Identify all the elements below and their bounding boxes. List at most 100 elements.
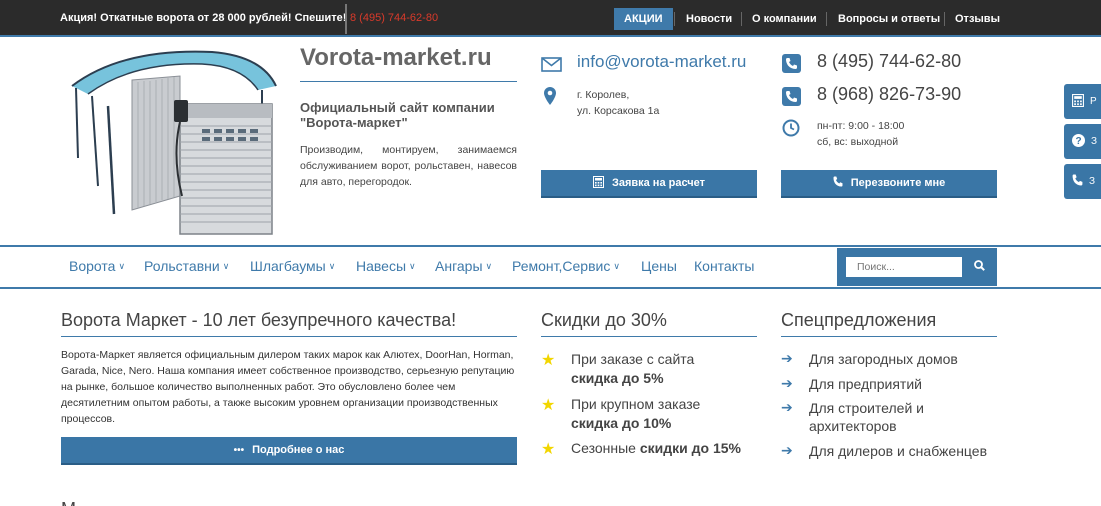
hours-weekend: сб, вс: выходной <box>817 136 899 148</box>
working-hours: пн-пт: 9:00 - 18:00 сб, вс: выходной <box>817 118 904 150</box>
side-tab-label: З <box>1089 176 1096 187</box>
dots-icon: ••• <box>233 444 245 456</box>
request-quote-button[interactable]: Заявка на расчет <box>541 170 757 198</box>
chevron-down-icon: ∨ <box>118 260 126 271</box>
top-bar: Акция! Откатные ворота от 28 000 рублей!… <box>0 0 1101 37</box>
about-more-label: Подробнее о нас <box>252 444 345 456</box>
address: г. Королев, ул. Корсакова 1а <box>577 87 659 119</box>
clock-icon <box>781 118 801 138</box>
calculator-icon <box>592 175 604 191</box>
star-icon: ★ <box>541 397 556 414</box>
nav-item-contacts[interactable]: Контакты <box>694 258 754 274</box>
promo-text: Откатные ворота от 28 000 рублей! Спешит… <box>97 12 347 24</box>
site-title[interactable]: Vorota-market.ru <box>300 44 492 72</box>
chevron-down-icon: ∨ <box>613 260 620 271</box>
nav-item-canopies[interactable]: Навесы ∨ <box>356 258 416 274</box>
chevron-down-icon: ∨ <box>222 260 230 271</box>
about-title: Ворота Маркет - 10 лет безупречного каче… <box>61 310 457 330</box>
nav-item-label: Рольставни <box>144 258 220 274</box>
address-street: ул. Корсакова 1а <box>577 105 660 117</box>
nav-item-label: Цены <box>641 258 677 274</box>
request-quote-label: Заявка на расчет <box>611 177 706 189</box>
email-icon <box>540 55 562 73</box>
hours-weekdays: пн-пт: 9:00 - 18:00 <box>817 120 905 132</box>
arrow-right-icon: ➔ <box>781 375 793 391</box>
promo-phone-wrap: 8 (495) 744-62-80 <box>350 12 438 24</box>
nav-item-prices[interactable]: Цены <box>641 258 677 274</box>
chevron-down-icon: ∨ <box>328 260 336 271</box>
discount-text: Сезонные <box>571 440 636 456</box>
phone-icon <box>833 176 843 190</box>
calculator-icon <box>1072 93 1084 110</box>
next-section-title: М <box>61 500 75 506</box>
top-nav-divider <box>826 12 827 26</box>
discount-item: Сезонные скидки до 15% <box>571 439 741 458</box>
top-nav-divider <box>741 12 742 26</box>
chevron-down-icon: ∨ <box>409 260 416 271</box>
nav-item-label: Контакты <box>694 258 755 274</box>
about-underline <box>61 336 517 337</box>
star-icon: ★ <box>541 441 556 458</box>
offers-underline <box>781 336 997 337</box>
search-input[interactable] <box>846 257 962 277</box>
search-button[interactable] <box>966 257 992 277</box>
star-icon: ★ <box>541 352 556 369</box>
side-tab-label: Р <box>1090 96 1097 107</box>
phone-number-2[interactable]: 8 (968) 826-73-90 <box>817 84 961 105</box>
phone-icon <box>781 86 801 106</box>
map-marker-icon <box>542 86 558 106</box>
nav-item-repair[interactable]: Ремонт,Сервис ∨ <box>512 258 620 274</box>
logo-image[interactable] <box>62 46 282 238</box>
promo-phone[interactable]: 8 (495) 744-62-80 <box>350 12 438 24</box>
top-nav-news[interactable]: Новости <box>686 8 732 30</box>
nav-item-shutters[interactable]: Рольставни ∨ <box>144 258 229 274</box>
callback-label: Перезвоните мне <box>850 177 946 189</box>
offer-link[interactable]: Для загородных домов <box>809 350 958 368</box>
offer-link[interactable]: Для дилеров и снабженцев <box>809 442 987 460</box>
nav-item-label: Ангары <box>435 258 483 274</box>
discount-value: скидка до 5% <box>571 370 664 386</box>
nav-item-barriers[interactable]: Шлагбаумы ∨ <box>250 258 335 274</box>
side-tab-callback[interactable]: З <box>1064 164 1101 199</box>
title-underline <box>300 81 517 82</box>
about-more-button[interactable]: ••• Подробнее о нас <box>61 437 517 465</box>
discount-item: При крупном заказе скидка до 10% <box>571 395 700 433</box>
about-text: Ворота-Маркет является официальным дилер… <box>61 349 515 425</box>
arrow-right-icon: ➔ <box>781 399 793 415</box>
discounts-title: Скидки до 30% <box>541 310 667 330</box>
arrow-right-icon: ➔ <box>781 442 793 458</box>
top-nav-faq[interactable]: Вопросы и ответы <box>838 8 940 30</box>
search-icon <box>973 258 985 276</box>
address-city: г. Королев, <box>577 89 630 101</box>
callback-button[interactable]: Перезвоните мне <box>781 170 997 198</box>
question-icon: ? <box>1072 133 1085 150</box>
promo-banner: Акция! Откатные ворота от 28 000 рублей!… <box>60 12 346 24</box>
phone-number-1[interactable]: 8 (495) 744-62-80 <box>817 51 961 72</box>
top-nav-divider <box>944 12 945 26</box>
promo-bold: Акция! <box>60 12 98 24</box>
discount-item: При заказе с сайта скидка до 5% <box>571 350 694 388</box>
nav-item-hangars[interactable]: Ангары ∨ <box>435 258 492 274</box>
email-link[interactable]: info@vorota-market.ru <box>577 52 746 72</box>
nav-item-gates[interactable]: Ворота ∨ <box>69 258 125 274</box>
top-nav-reviews[interactable]: Отзывы <box>955 8 1000 30</box>
nav-item-label: Шлагбаумы <box>250 258 326 274</box>
offers-title: Спецпредложения <box>781 310 937 330</box>
side-tab-question[interactable]: ? З <box>1064 124 1101 159</box>
phone-icon <box>1072 174 1083 189</box>
chevron-down-icon: ∨ <box>485 260 493 271</box>
side-tab-calculator[interactable]: Р <box>1064 84 1101 119</box>
nav-item-label: Ремонт,Сервис <box>512 258 611 274</box>
discount-value: скидка до 10% <box>571 415 672 431</box>
top-divider <box>345 4 347 34</box>
top-nav-about[interactable]: О компании <box>752 8 817 30</box>
phone-icon <box>781 53 801 73</box>
offer-link[interactable]: Для строителей и архитекторов <box>809 399 959 435</box>
top-nav-divider <box>674 12 675 26</box>
top-nav-promotions[interactable]: АКЦИИ <box>614 8 673 30</box>
site-subtitle: Официальный сайт компании "Ворота-маркет… <box>300 100 495 130</box>
side-tab-label: З <box>1091 136 1098 147</box>
nav-item-label: Навесы <box>356 258 407 274</box>
offer-link[interactable]: Для предприятий <box>809 375 922 393</box>
nav-item-label: Ворота <box>69 258 116 274</box>
